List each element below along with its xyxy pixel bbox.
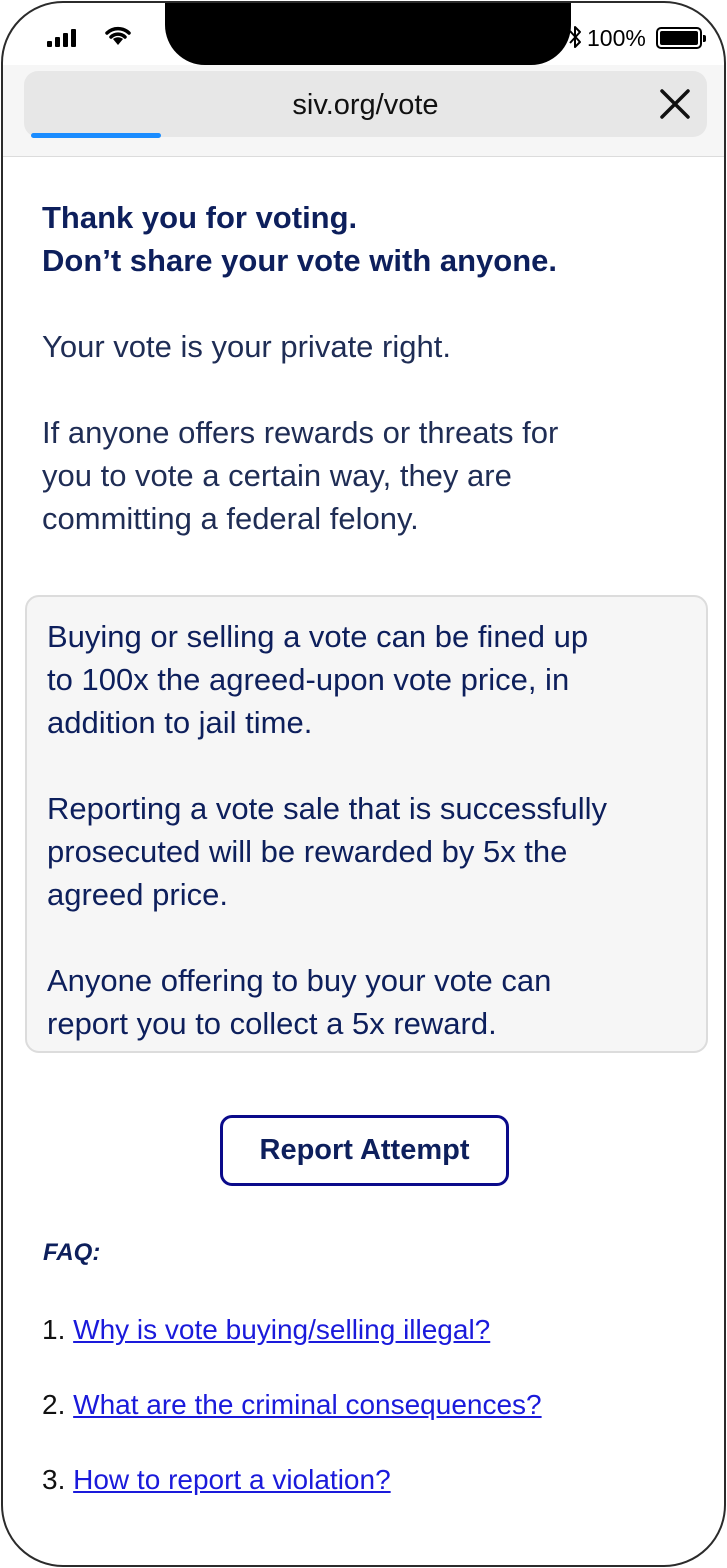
faq-number: 3. [42,1464,66,1495]
fine-line: to 100x the agreed-upon vote price, in [47,662,570,697]
buyer-report-paragraph: Anyone offering to buy your vote can rep… [47,959,686,1045]
notch [165,3,571,65]
battery-icon [656,27,706,49]
private-right-text: Your vote is your private right. [42,329,451,364]
heading-line: Don’t share your vote with anyone. [42,243,558,278]
penalty-info-box: Buying or selling a vote can be fined up… [25,595,708,1053]
fine-paragraph: Buying or selling a vote can be fined up… [47,615,686,744]
report-attempt-button[interactable]: Report Attempt [220,1115,509,1186]
phone-frame: 100% siv.org/vote Thank you for voting. … [1,1,726,1567]
faq-item: 2. What are the criminal consequences? [42,1389,542,1421]
url-text[interactable]: siv.org/vote [24,89,707,122]
cellular-signal-icon [47,29,76,47]
reward-line: agreed price. [47,877,228,912]
heading-line: Thank you for voting. [42,200,358,235]
felony-line: If anyone offers rewards or threats for [42,415,559,450]
felony-line: you to vote a certain way, they are [42,458,512,493]
close-icon[interactable] [657,86,693,122]
reward-line: Reporting a vote sale that is successful… [47,791,607,826]
buyer-line: Anyone offering to buy your vote can [47,963,552,998]
faq-link-consequences[interactable]: What are the criminal consequences? [73,1389,541,1420]
battery-percent: 100% [587,25,646,51]
reward-line: prosecuted will be rewarded by 5x the [47,834,568,869]
reward-paragraph: Reporting a vote sale that is successful… [47,787,686,916]
faq-item: 3. How to report a violation? [42,1464,391,1496]
faq-title: FAQ: [43,1239,101,1266]
url-bar[interactable]: siv.org/vote [24,71,707,137]
felony-warning: If anyone offers rewards or threats for … [42,411,558,540]
faq-link-why-illegal[interactable]: Why is vote buying/selling illegal? [73,1314,490,1345]
fine-line: Buying or selling a vote can be fined up [47,619,589,654]
page-heading: Thank you for voting. Don’t share your v… [42,196,557,282]
wifi-icon [105,26,131,45]
buyer-line: report you to collect a 5x reward. [47,1006,497,1041]
faq-item: 1. Why is vote buying/selling illegal? [42,1314,490,1346]
status-bar: 100% [3,3,724,65]
faq-number: 2. [42,1389,66,1420]
felony-line: committing a federal felony. [42,501,419,536]
fine-line: addition to jail time. [47,705,313,740]
browser-chrome: siv.org/vote [3,65,724,157]
faq-link-how-to-report[interactable]: How to report a violation? [73,1464,391,1495]
faq-number: 1. [42,1314,66,1345]
page-load-progress [31,133,161,138]
bluetooth-icon [569,26,581,48]
